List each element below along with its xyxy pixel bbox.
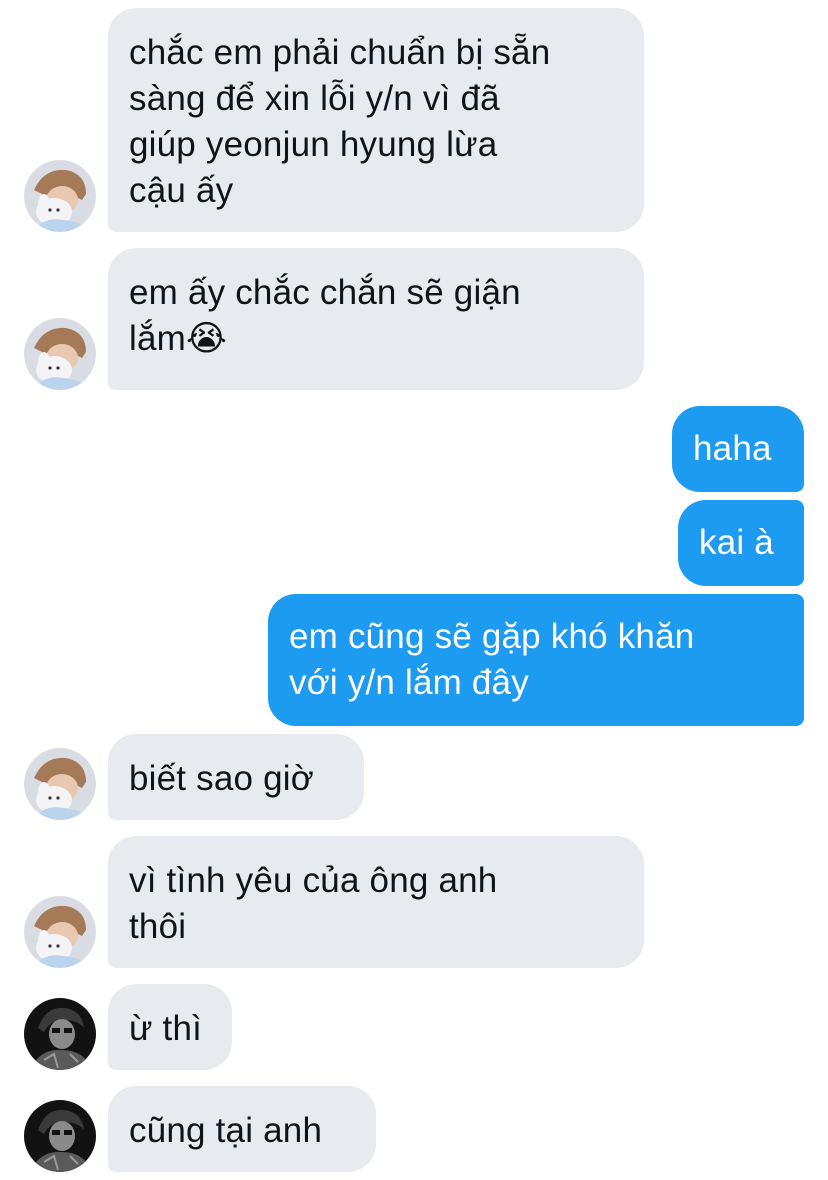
outgoing-message-bubble[interactable]: haha [672, 406, 804, 492]
dark-portrait-avatar[interactable] [24, 1100, 96, 1172]
incoming-message-bubble[interactable]: cũng tại anh [108, 1086, 376, 1172]
boy-with-plush-avatar[interactable] [24, 318, 96, 390]
boy-with-plush-avatar[interactable] [24, 748, 96, 820]
incoming-message-bubble[interactable]: em ấy chắc chắn sẽ giận lắm😭 [108, 248, 644, 390]
outgoing-message-bubble[interactable]: em cũng sẽ gặp khó khăn với y/n lắm đây [268, 594, 804, 726]
boy-with-plush-avatar[interactable] [24, 896, 96, 968]
incoming-message-bubble[interactable]: vì tình yêu của ông anh thôi [108, 836, 644, 968]
incoming-message-bubble[interactable]: ừ thì [108, 984, 232, 1070]
dark-portrait-avatar[interactable] [24, 998, 96, 1070]
incoming-message-bubble[interactable]: biết sao giờ [108, 734, 364, 820]
outgoing-message-bubble[interactable]: kai à [678, 500, 804, 586]
boy-with-plush-avatar[interactable] [24, 160, 96, 232]
incoming-message-bubble[interactable]: chắc em phải chuẩn bị sẵn sàng để xin lỗ… [108, 8, 644, 232]
dm-conversation: chắc em phải chuẩn bị sẵn sàng để xin lỗ… [0, 0, 828, 1180]
